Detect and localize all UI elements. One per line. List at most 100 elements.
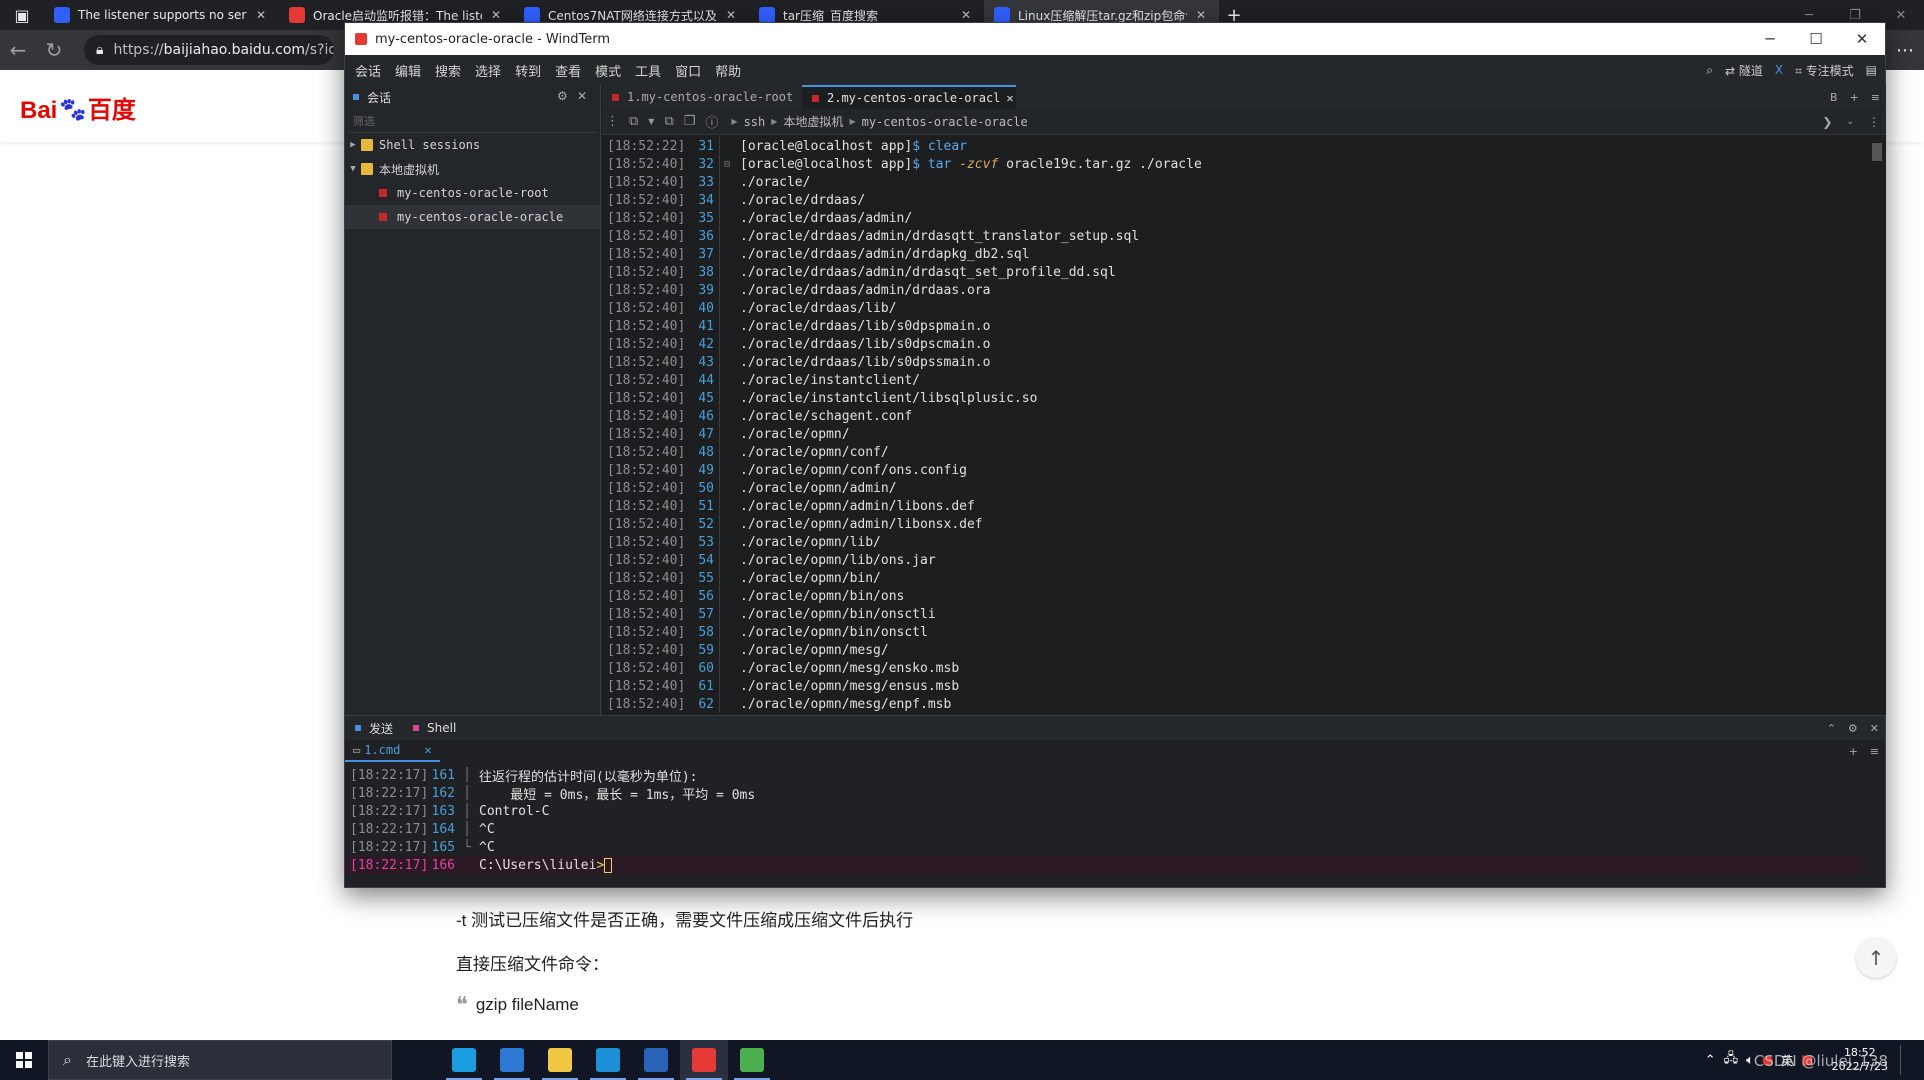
minimize-icon[interactable]: ─: [1747, 23, 1793, 55]
close-tab-icon[interactable]: ✕: [1193, 8, 1209, 22]
close-tab-icon[interactable]: ✕: [253, 8, 269, 22]
copy-icon[interactable]: ❐: [684, 114, 696, 129]
taskbar-app[interactable]: [536, 1040, 584, 1080]
menu-tools[interactable]: 工具: [628, 61, 668, 80]
gear-icon[interactable]: ⚙: [1848, 722, 1858, 735]
taskbar-app[interactable]: [632, 1040, 680, 1080]
tunnel-button[interactable]: ⇄ 隧道: [1725, 62, 1763, 79]
tab-cmd[interactable]: ▭ 1.cmd ✕: [345, 740, 440, 762]
close-icon[interactable]: ✕: [1870, 722, 1879, 735]
info-icon[interactable]: ⓘ: [705, 112, 718, 131]
line-timestamp: [18:52:40]: [607, 390, 686, 406]
menubar-right: ⌕ ⇄ 隧道 X ⌗ 专注模式 ▤: [1706, 55, 1877, 85]
menu-session[interactable]: 会话: [345, 61, 388, 80]
scrollbar-thumb[interactable]: [1872, 143, 1882, 161]
reload-button[interactable]: ↻: [36, 32, 72, 68]
search-icon[interactable]: ⌕: [1706, 63, 1713, 78]
x-button[interactable]: X: [1775, 63, 1783, 77]
tray-overflow-icon[interactable]: ⌃: [1705, 1053, 1716, 1068]
gear-icon[interactable]: ⚙: [557, 89, 568, 103]
close-tab-icon[interactable]: ✕: [1006, 91, 1013, 105]
browser-menu-icon[interactable]: ⋯: [1896, 30, 1914, 70]
baidu-logo[interactable]: Bai🐾︎百度: [20, 90, 136, 125]
add-tab-icon[interactable]: +: [1850, 91, 1859, 104]
close-tab-icon[interactable]: ✕: [958, 8, 974, 22]
line-timestamp: [18:22:17]: [350, 785, 429, 801]
menu-help[interactable]: 帮助: [708, 61, 748, 80]
line-timestamp: [18:22:17]: [350, 767, 429, 783]
network-icon[interactable]: 🖧︎: [1724, 1049, 1739, 1071]
focus-mode-button[interactable]: ⌗ 专注模式: [1795, 62, 1854, 79]
tree-folder-local-vm[interactable]: ▼ 本地虚拟机: [345, 157, 600, 181]
taskbar-app[interactable]: [584, 1040, 632, 1080]
tab-actions-icon[interactable]: ▣: [0, 0, 44, 30]
maximize-icon[interactable]: ☐: [1793, 23, 1839, 55]
line-number: 161: [431, 767, 455, 783]
close-tab-icon[interactable]: ✕: [424, 743, 431, 757]
close-icon[interactable]: ✕: [1839, 23, 1885, 55]
more-icon[interactable]: ⋮: [1868, 115, 1880, 129]
close-tab-icon[interactable]: ✕: [488, 8, 504, 22]
layout-icon[interactable]: ▤: [1866, 63, 1877, 77]
shell-text: C:\Users\liulei: [479, 857, 597, 873]
tree-session-oracle[interactable]: my-centos-oracle-oracle: [345, 205, 600, 229]
terminal-scrollbar[interactable]: [1870, 139, 1884, 709]
tab-list-icon[interactable]: ≡: [1871, 91, 1880, 104]
menu-view[interactable]: 查看: [548, 61, 588, 80]
duplicate-icon[interactable]: ⧉: [664, 114, 673, 129]
show-desktop-button[interactable]: [1900, 1045, 1920, 1075]
tree-label: my-centos-oracle-root: [397, 186, 549, 200]
add-tab-icon[interactable]: +: [1849, 745, 1858, 758]
taskbar-app[interactable]: [680, 1040, 728, 1080]
tree-folder-shell-sessions[interactable]: ▶ Shell sessions: [345, 133, 600, 157]
line-number: 57: [698, 606, 714, 622]
breadcrumb-ssh[interactable]: ssh: [744, 115, 766, 129]
line-timestamp: [18:52:40]: [607, 246, 686, 262]
terminal-output-text: ./oracle/opmn/: [740, 426, 850, 442]
menu-select[interactable]: 选择: [468, 61, 508, 80]
go-icon[interactable]: ❯: [1822, 115, 1832, 129]
taskbar-app[interactable]: [488, 1040, 536, 1080]
session-filter-input[interactable]: 筛选: [349, 109, 596, 133]
line-timestamp: [18:52:40]: [607, 372, 686, 388]
taskbar-app[interactable]: [440, 1040, 488, 1080]
new-session-icon[interactable]: ⧉: [629, 114, 638, 129]
tab-list-icon[interactable]: ≡: [1870, 745, 1879, 758]
menu-edit[interactable]: 编辑: [388, 61, 428, 80]
terminal-line: [18:52:40] 39 ./oracle/drdaas/admin/drdaas…: [602, 281, 1864, 299]
scroll-to-top-button[interactable]: ↑: [1856, 938, 1896, 978]
breadcrumb-folder[interactable]: 本地虚拟机: [783, 113, 843, 130]
tab-session-oracle[interactable]: 2.my-centos-oracle-oracl ✕: [802, 85, 1016, 109]
terminal-output[interactable]: [18:52:22] 31 [oracle@localhost app]$ clea…: [602, 137, 1864, 713]
back-button[interactable]: ←: [0, 32, 36, 68]
line-number: 60: [698, 660, 714, 676]
send-marker-icon: [355, 725, 361, 731]
tab-session-root[interactable]: 1.my-centos-oracle-root: [602, 85, 802, 109]
breadcrumb-session[interactable]: my-centos-oracle-oracle: [862, 115, 1028, 129]
close-icon[interactable]: ✕: [577, 89, 587, 103]
chevron-down-icon[interactable]: ⌄: [1846, 117, 1854, 127]
tab-label: 1.my-centos-oracle-root: [627, 90, 794, 104]
menu-mode[interactable]: 模式: [588, 61, 628, 80]
tree-session-root[interactable]: my-centos-oracle-root: [345, 181, 600, 205]
terminal-line: [18:52:22] 31 [oracle@localhost app]$ clea…: [602, 137, 1864, 155]
shell-output[interactable]: [18:22:17] 161 │ 往返行程的估计时间(以毫秒为单位): [18:22:1…: [345, 766, 1865, 874]
collapse-icon[interactable]: ⌃: [1827, 722, 1836, 735]
tab-shell[interactable]: Shell: [403, 721, 466, 735]
menu-window[interactable]: 窗口: [668, 61, 708, 80]
taskbar-app[interactable]: [728, 1040, 776, 1080]
browser-tab[interactable]: The listener supports no services ✕: [44, 0, 279, 30]
volume-icon[interactable]: 🔈︎: [1746, 1053, 1754, 1068]
taskbar-search[interactable]: ⌕ 在此键入进行搜索: [48, 1040, 392, 1080]
start-button[interactable]: [0, 1040, 48, 1080]
menu-goto[interactable]: 转到: [508, 61, 548, 80]
address-bar[interactable]: 🔒︎ https://baijiahao.baidu.com/s?id: [84, 35, 334, 65]
menu-search[interactable]: 搜索: [428, 61, 468, 80]
tab-bookmark-button[interactable]: B: [1830, 91, 1838, 104]
close-tab-icon[interactable]: ✕: [723, 8, 739, 22]
line-timestamp: [18:52:40]: [607, 156, 686, 172]
shell-text: 往返行程的估计时间(以毫秒为单位):: [479, 769, 698, 785]
tab-send[interactable]: 发送: [345, 720, 403, 737]
chevron-down-icon[interactable]: ▼: [648, 117, 654, 126]
app-icon: [740, 1048, 764, 1072]
